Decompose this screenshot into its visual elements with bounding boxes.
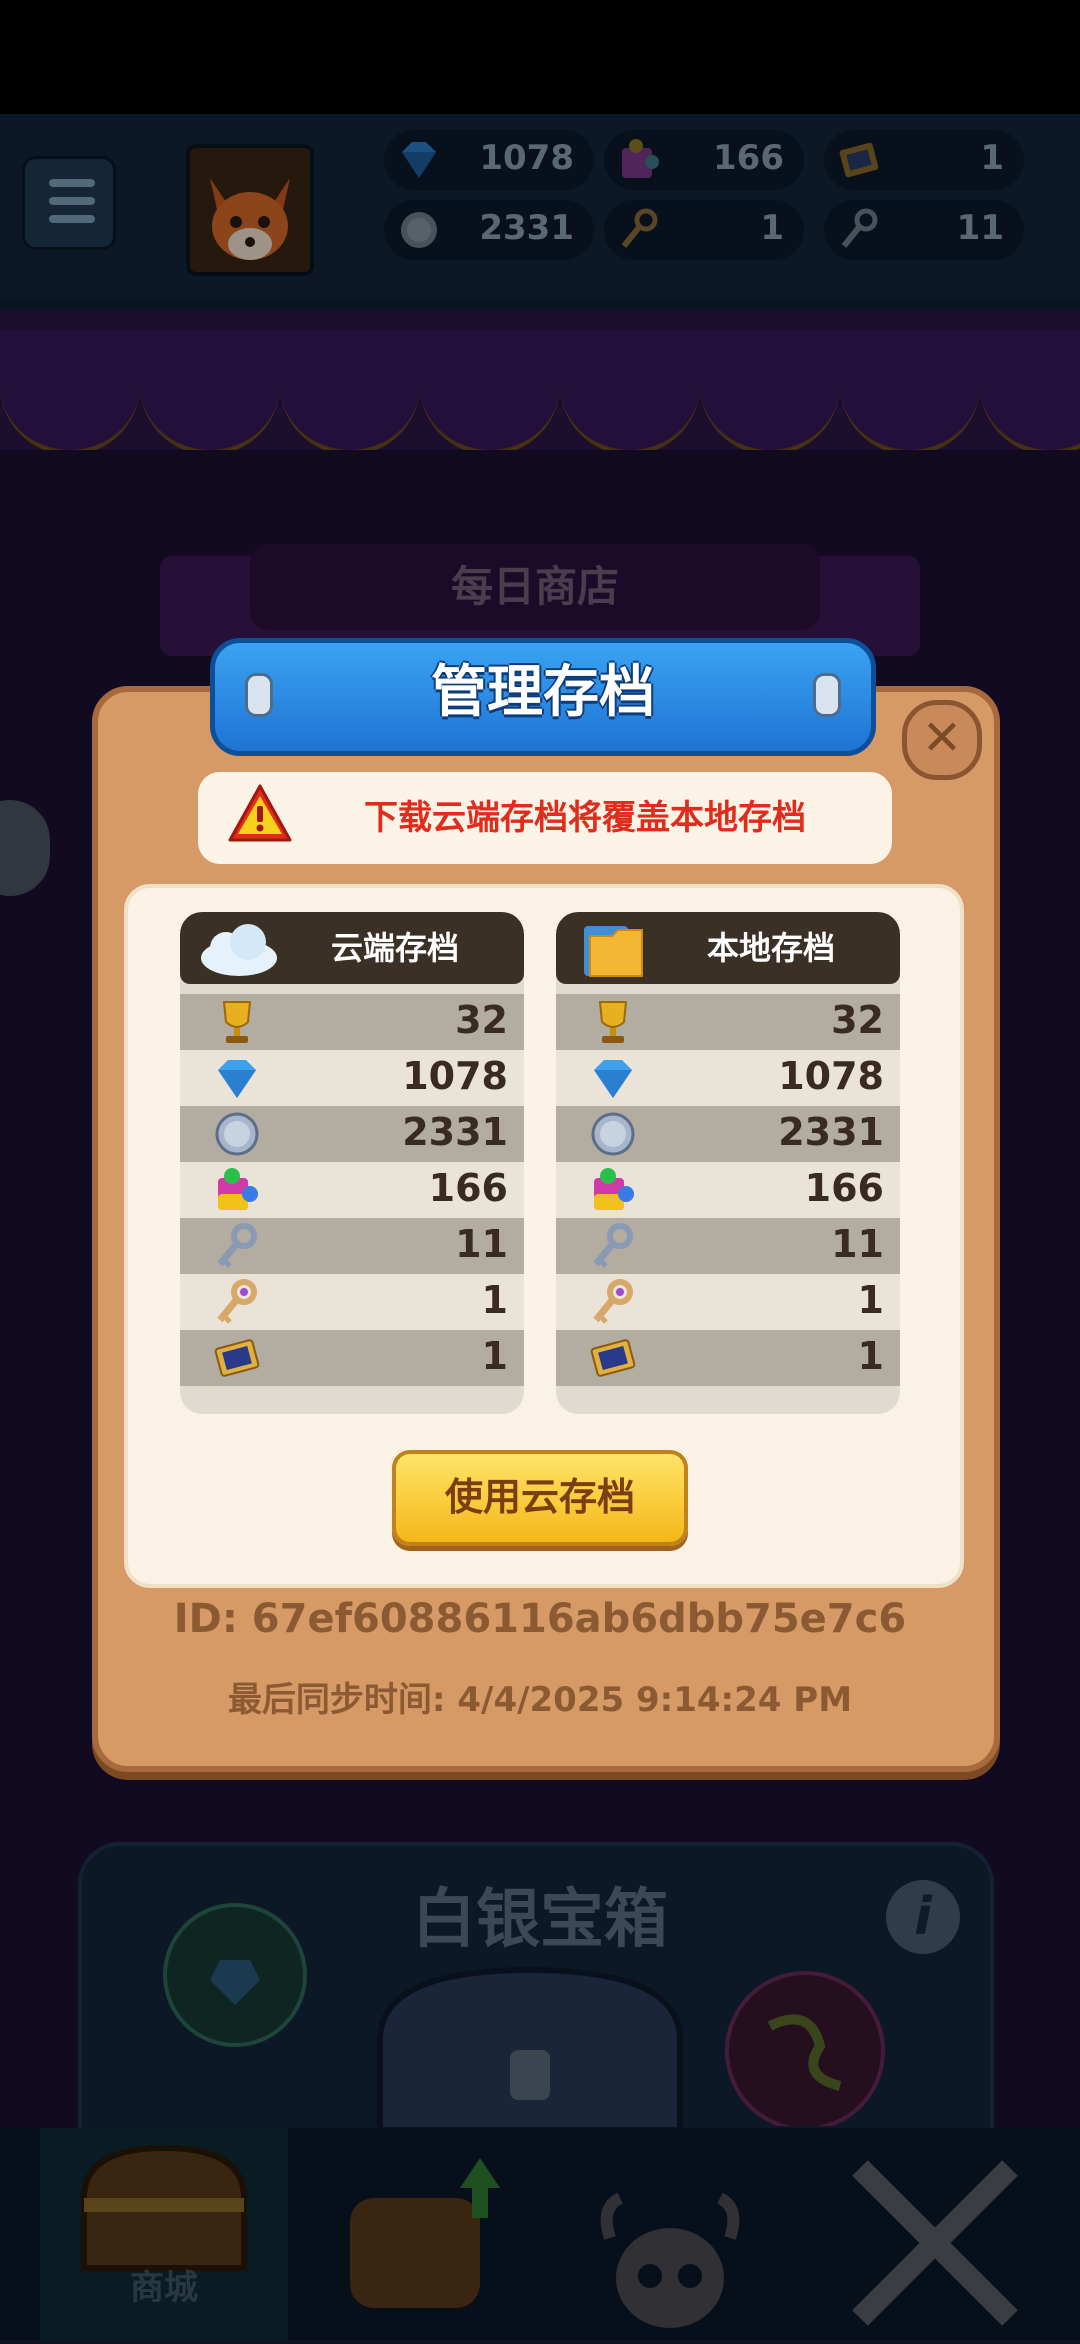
local-puzzle-count: 166 (804, 1166, 884, 1210)
cloud-row-coins: 2331 (180, 1106, 524, 1162)
local-save-column: 本地存档 32 1078 2331 166 11 1 1 (556, 912, 900, 1414)
save-id: ID: 67ef60886116ab6dbb75e7c6 (173, 1596, 907, 1642)
trophy-icon (586, 996, 640, 1048)
cloud-row-trophies: 32 (180, 994, 524, 1050)
local-save-header: 本地存档 (556, 912, 900, 984)
local-gold-key-count: 1 (857, 1278, 884, 1322)
cloud-row-tickets: 1 (180, 1330, 524, 1386)
silver-key-icon (210, 1220, 264, 1272)
cloud-save-header: 云端存档 (180, 912, 524, 984)
cloud-puzzle-count: 166 (428, 1166, 508, 1210)
cloud-row-diamonds: 1078 (180, 1050, 524, 1106)
last-sync-time: 最后同步时间: 4/4/2025 9:14:24 PM (227, 1680, 853, 1720)
gold-key-icon (210, 1276, 264, 1328)
puzzle-piece-icon (210, 1164, 264, 1216)
local-row-coins: 2331 (556, 1106, 900, 1162)
local-silver-key-count: 11 (831, 1222, 884, 1266)
local-row-silver-keys: 11 (556, 1218, 900, 1274)
dialog-title: 管理存档 (431, 660, 655, 725)
gold-key-icon (586, 1276, 640, 1328)
close-button[interactable]: ✕ (902, 700, 982, 780)
cloud-diamond-count: 1078 (402, 1054, 508, 1098)
folder-icon (584, 926, 643, 977)
local-save-title: 本地存档 (706, 929, 835, 967)
local-row-gold-keys: 1 (556, 1274, 900, 1330)
cloud-row-puzzles: 166 (180, 1162, 524, 1218)
local-coin-count: 2331 (778, 1110, 884, 1154)
cloud-save-title: 云端存档 (330, 929, 459, 967)
cloud-gold-key-count: 1 (481, 1278, 508, 1322)
cloud-save-column: 云端存档 32 1078 2331 166 11 1 1 (180, 912, 524, 1414)
status-bar (0, 0, 1080, 114)
local-ticket-count: 1 (857, 1334, 884, 1378)
puzzle-piece-icon (586, 1164, 640, 1216)
use-cloud-save-button[interactable]: 使用云存档 (392, 1450, 688, 1546)
diamond-icon (210, 1052, 264, 1104)
trophy-icon (210, 996, 264, 1048)
cloud-silver-key-count: 11 (455, 1222, 508, 1266)
ticket-icon (210, 1332, 264, 1384)
silver-key-icon (586, 1220, 640, 1272)
warning-text: 下载云端存档将覆盖本地存档 (364, 798, 806, 838)
cloud-trophy-count: 32 (455, 998, 508, 1042)
local-row-tickets: 1 (556, 1330, 900, 1386)
local-row-trophies: 32 (556, 994, 900, 1050)
silver-coin-icon (210, 1108, 264, 1160)
cloud-ticket-count: 1 (481, 1334, 508, 1378)
local-trophy-count: 32 (831, 998, 884, 1042)
cloud-icon (201, 924, 277, 976)
diamond-icon (586, 1052, 640, 1104)
ticket-icon (586, 1332, 640, 1384)
local-diamond-count: 1078 (778, 1054, 884, 1098)
cloud-row-silver-keys: 11 (180, 1218, 524, 1274)
cloud-row-gold-keys: 1 (180, 1274, 524, 1330)
local-row-diamonds: 1078 (556, 1050, 900, 1106)
cloud-coin-count: 2331 (402, 1110, 508, 1154)
warning-icon (228, 784, 292, 842)
local-row-puzzles: 166 (556, 1162, 900, 1218)
silver-coin-icon (586, 1108, 640, 1160)
